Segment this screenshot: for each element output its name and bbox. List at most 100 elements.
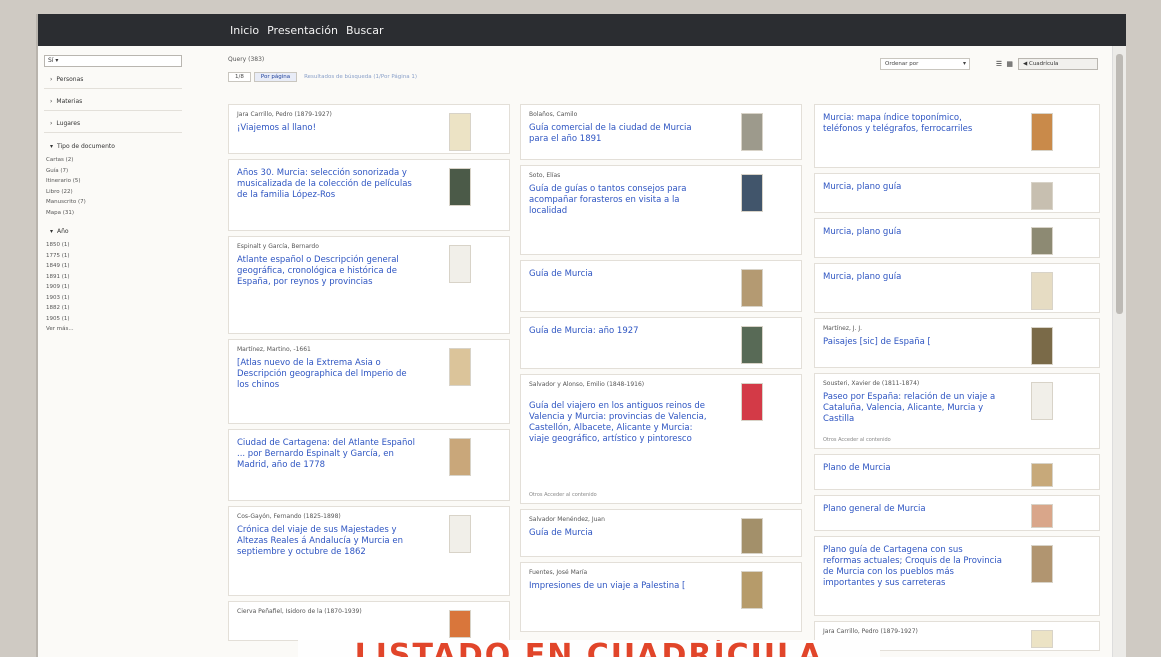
document-thumbnail[interactable] (1031, 227, 1053, 255)
facet-option[interactable]: Libro (22) (46, 187, 182, 198)
result-title-link[interactable]: [Atlas nuevo de la Extrema Asia o Descri… (237, 358, 417, 391)
nav-presentacion[interactable]: Presentación (267, 24, 338, 37)
result-title-link[interactable]: Murcia, plano guía (823, 272, 1003, 283)
access-content-link[interactable]: Otros Acceder al contenido (823, 437, 891, 443)
chevron-right-icon: › (50, 76, 53, 83)
document-thumbnail[interactable] (741, 518, 763, 554)
facet-header[interactable]: › Personas (44, 71, 182, 89)
results-toolbar: Query (383) 1/8 Por página Resultados de… (228, 54, 1108, 94)
result-card: Bolaños, Camilo Guía comercial de la ciud… (520, 104, 802, 160)
document-thumbnail[interactable] (449, 245, 471, 283)
document-thumbnail[interactable] (449, 348, 471, 386)
grid-view-button[interactable]: ◀ Cuadrícula (1018, 58, 1098, 70)
result-card: Años 30. Murcia: selección sonorizada y … (228, 159, 510, 231)
result-author: Salvador Menéndez, Juan (529, 516, 605, 523)
facet-label: Personas (56, 76, 84, 83)
document-thumbnail[interactable] (741, 571, 763, 609)
document-thumbnail[interactable] (449, 168, 471, 206)
result-title-link[interactable]: Crónica del viaje de sus Majestades y Al… (237, 525, 417, 558)
result-title-link[interactable]: Paseo por España: relación de un viaje a… (823, 392, 1003, 425)
result-title-link[interactable]: Años 30. Murcia: selección sonorizada y … (237, 168, 417, 201)
document-thumbnail[interactable] (1031, 382, 1053, 420)
facet-option[interactable]: 1903 (1) (46, 293, 182, 304)
document-thumbnail[interactable] (741, 383, 763, 421)
facet-option[interactable]: 1891 (1) (46, 272, 182, 283)
nav-inicio[interactable]: Inicio (230, 24, 259, 37)
result-title-link[interactable]: Murcia: mapa índice toponímico, teléfono… (823, 113, 1003, 135)
document-thumbnail[interactable] (1031, 504, 1053, 528)
view-mode-icons[interactable]: ☰ ▦ (996, 60, 1014, 68)
access-content-link[interactable]: Otros Acceder al contenido (529, 492, 597, 498)
result-title-link[interactable]: Plano de Murcia (823, 463, 1003, 474)
result-title-link[interactable]: Murcia, plano guía (823, 227, 1003, 238)
facet-header[interactable]: › Materias (44, 93, 182, 111)
document-thumbnail[interactable] (1031, 630, 1053, 648)
facet-option[interactable]: Itinerario (5) (46, 176, 182, 187)
document-thumbnail[interactable] (741, 113, 763, 151)
facet-option[interactable]: 1905 (1) (46, 314, 182, 325)
result-card: Murcia, plano guía (814, 218, 1100, 258)
sidebar-select[interactable]: Sí ▾ (44, 55, 182, 67)
facet-option[interactable]: 1909 (1) (46, 282, 182, 293)
result-card: Guía de Murcia (520, 260, 802, 312)
facet-label: Lugares (56, 120, 81, 127)
document-thumbnail[interactable] (741, 326, 763, 364)
document-thumbnail[interactable] (741, 174, 763, 212)
document-thumbnail[interactable] (1031, 327, 1053, 365)
facet-list: 1850 (1) 1775 (1) 1849 (1) 1891 (1) 1909 (1)… (44, 240, 182, 335)
result-title-link[interactable]: Atlante español o Descripción general ge… (237, 255, 417, 288)
result-author: Espinalt y García, Bernardo (237, 243, 319, 250)
document-thumbnail[interactable] (449, 515, 471, 553)
facet-option[interactable]: Cartas (2) (46, 155, 182, 166)
facet-option[interactable]: 1882 (1) (46, 303, 182, 314)
result-title-link[interactable]: Plano guía de Cartagena con sus reformas… (823, 545, 1003, 589)
vertical-scrollbar[interactable] (1112, 46, 1126, 657)
document-thumbnail[interactable] (449, 438, 471, 476)
facet-header[interactable]: › Lugares (44, 115, 182, 133)
facet-option[interactable]: 1775 (1) (46, 251, 182, 262)
results-column-3: Murcia: mapa índice toponímico, teléfono… (814, 104, 1100, 656)
result-title-link[interactable]: Guía de guías o tantos consejos para aco… (529, 184, 709, 217)
document-thumbnail[interactable] (1031, 463, 1053, 487)
facet-option[interactable]: Guía (7) (46, 166, 182, 177)
facet-header[interactable]: ▾ Tipo de documento (44, 137, 182, 155)
result-card: Martínez, Martino, -1661 [Atlas nuevo de … (228, 339, 510, 424)
result-author: Jara Carrillo, Pedro (1879-1927) (237, 111, 332, 118)
nav-buscar[interactable]: Buscar (346, 24, 384, 37)
result-title-link[interactable]: Ciudad de Cartagena: del Atlante Español… (237, 438, 417, 471)
facet-option[interactable]: Manuscrito (7) (46, 197, 182, 208)
result-title-link[interactable]: Guía comercial de la ciudad de Murcia pa… (529, 123, 709, 145)
result-card: Murcia: mapa índice toponímico, teléfono… (814, 104, 1100, 168)
facet-option[interactable]: 1850 (1) (46, 240, 182, 251)
scroll-thumb[interactable] (1116, 54, 1123, 314)
result-author: Sousteri, Xavier de (1811-1874) (823, 380, 920, 387)
document-thumbnail[interactable] (1031, 182, 1053, 210)
facet-option[interactable]: 1849 (1) (46, 261, 182, 272)
facet-option[interactable]: Ver más... (46, 324, 182, 335)
result-title-link[interactable]: Plano general de Murcia (823, 504, 1003, 515)
result-title-link[interactable]: Impresiones de un viaje a Palestina [ (529, 581, 709, 592)
results-column-2: Bolaños, Camilo Guía comercial de la ciud… (520, 104, 802, 637)
result-title-link[interactable]: Murcia, plano guía (823, 182, 1003, 193)
document-thumbnail[interactable] (741, 269, 763, 307)
result-title-link[interactable]: Paisajes [sic] de España [ (823, 337, 1003, 348)
facet-option[interactable]: Mapa (31) (46, 208, 182, 219)
result-author: Fuentes, José María (529, 569, 588, 576)
result-title-link[interactable]: Guía del viajero en los antiguos reinos … (529, 401, 709, 445)
result-title-link[interactable]: ¡Viajemos al llano! (237, 123, 417, 134)
document-thumbnail[interactable] (449, 610, 471, 638)
result-title-link[interactable]: Guía de Murcia: año 1927 (529, 326, 709, 337)
document-thumbnail[interactable] (1031, 545, 1053, 583)
document-thumbnail[interactable] (1031, 272, 1053, 310)
result-title-link[interactable]: Guía de Murcia (529, 269, 709, 280)
result-title-link[interactable]: Guía de Murcia (529, 528, 709, 539)
pagination: 1/8 Por página Resultados de búsqueda (1… (228, 72, 417, 82)
document-thumbnail[interactable] (449, 113, 471, 151)
page-hint: Resultados de búsqueda (1/Por Página 1) (304, 74, 418, 80)
per-page-button[interactable]: Por página (253, 72, 298, 82)
facet-header[interactable]: ▾ Año (44, 222, 182, 240)
document-thumbnail[interactable] (1031, 113, 1053, 151)
sort-select[interactable]: Ordenar por ▾ (880, 58, 970, 70)
page-indicator[interactable]: 1/8 (228, 72, 251, 82)
result-card: Plano de Murcia (814, 454, 1100, 490)
